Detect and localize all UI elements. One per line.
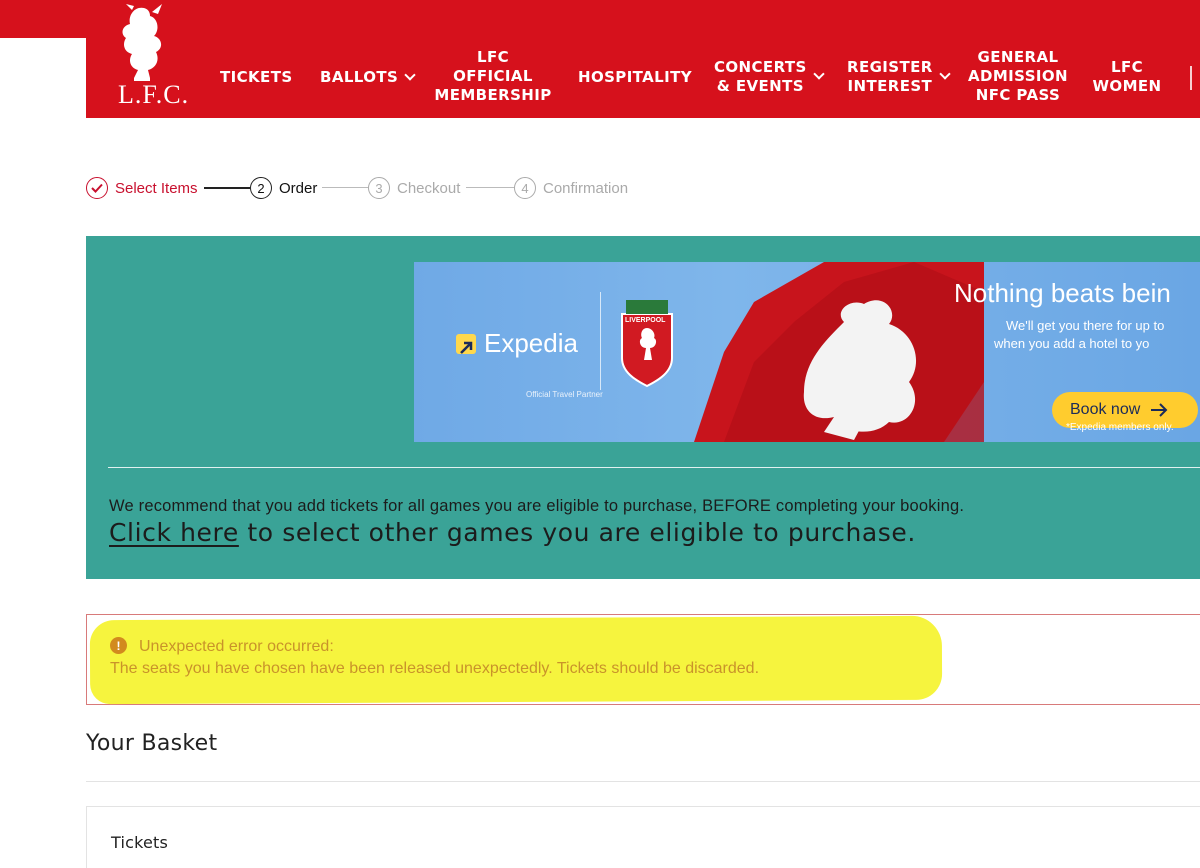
step-select-items-label: Select Items xyxy=(115,179,198,197)
step-confirmation-number: 4 xyxy=(514,177,536,199)
tickets-section-label: Tickets xyxy=(111,833,169,852)
step-checkout-label: Checkout xyxy=(397,179,461,197)
step-connector xyxy=(466,187,514,188)
select-other-games-suffix: to select other games you are eligible t… xyxy=(238,518,916,547)
error-title: Unexpected error occurred: xyxy=(139,638,334,655)
chevron-down-icon xyxy=(404,68,416,81)
expedia-logo: Expedia xyxy=(456,328,578,359)
liverpool-crest-icon: LIVERPOOL xyxy=(614,298,680,388)
promo-divider xyxy=(108,467,1200,468)
nav-tickets[interactable]: TICKETS xyxy=(220,68,293,87)
banner-vertical-divider xyxy=(600,292,601,390)
recommendation-text: We recommend that you add tickets for al… xyxy=(109,497,965,515)
arrow-right-icon xyxy=(1151,403,1168,417)
nav-concerts-label: CONCERTS & EVENTS xyxy=(714,58,807,96)
nav-divider xyxy=(1190,66,1192,90)
nav-general-line-2: ADMISSION xyxy=(968,67,1068,85)
step-order-number: 2 xyxy=(250,177,272,199)
step-confirmation: 4 Confirmation xyxy=(514,176,628,200)
banner-body-line-2: when you add a hotel to yo xyxy=(994,336,1150,351)
nav-women-line-1: LFC xyxy=(1110,58,1143,76)
nav-hospitality-label: HOSPITALITY xyxy=(578,68,692,86)
basket-heading: Your Basket xyxy=(86,731,218,756)
step-select-items[interactable]: Select Items xyxy=(86,176,198,200)
check-icon xyxy=(86,177,108,199)
nav-women-line-2: WOMEN xyxy=(1092,77,1162,95)
nav-tickets-label: TICKETS xyxy=(220,68,293,86)
expedia-wordmark: Expedia xyxy=(484,328,578,358)
nav-general-line-3: NFC PASS xyxy=(975,86,1061,104)
tickets-card: Tickets xyxy=(86,806,1200,868)
nav-membership-line-1: LFC xyxy=(476,48,509,66)
nav-register-line-2: INTEREST xyxy=(847,77,933,95)
nav-general-line-1: GENERAL xyxy=(977,48,1059,66)
nav-concerts-events[interactable]: CONCERTS & EVENTS xyxy=(714,58,825,96)
banner-headline: Nothing beats bein xyxy=(954,278,1171,308)
basket-divider xyxy=(86,781,1200,782)
expedia-ad-banner[interactable]: Expedia LIVERPOOL Official Travel Partne… xyxy=(414,262,1200,442)
step-connector xyxy=(322,187,368,188)
error-message: The seats you have chosen have been rele… xyxy=(110,660,760,677)
step-order-label: Order xyxy=(279,179,318,197)
logo-wordmark[interactable]: L.F.C. xyxy=(118,80,189,110)
banner-footnote: *Expedia members only. xyxy=(1066,422,1174,433)
top-navigation-bar: L.F.C. TICKETS BALLOTS LFC OFFICIAL MEMB… xyxy=(0,0,1200,118)
flag-graphic-icon xyxy=(694,262,984,442)
step-connector xyxy=(204,187,250,189)
nav-membership-line-2: OFFICIAL xyxy=(453,67,533,85)
crest-label: LIVERPOOL xyxy=(625,317,666,324)
nav-ballots-label: BALLOTS xyxy=(320,68,399,86)
nav-general-admission-nfc-pass[interactable]: GENERAL ADMISSION NFC PASS xyxy=(968,48,1068,105)
chevron-down-icon xyxy=(813,68,825,80)
promo-panel: Expedia LIVERPOOL Official Travel Partne… xyxy=(86,236,1200,579)
nav-concerts-line-2: & EVENTS xyxy=(716,77,804,95)
expedia-arrow-icon xyxy=(456,333,476,354)
step-order: 2 Order xyxy=(250,176,317,200)
header-left-cap xyxy=(0,0,86,38)
step-checkout: 3 Checkout xyxy=(368,176,460,200)
nav-register-line-1: REGISTER xyxy=(847,58,933,76)
nav-ballots[interactable]: BALLOTS xyxy=(320,68,416,87)
partner-caption: Official Travel Partner xyxy=(526,390,603,399)
click-here-link[interactable]: Click here xyxy=(109,518,239,547)
nav-register-interest[interactable]: REGISTER INTEREST xyxy=(847,58,951,96)
nav-membership-line-3: MEMBERSHIP xyxy=(434,86,552,104)
warning-icon: ! xyxy=(110,637,127,654)
chevron-down-icon xyxy=(939,68,951,80)
step-checkout-number: 3 xyxy=(368,177,390,199)
nav-register-label: REGISTER INTEREST xyxy=(847,58,933,96)
select-other-games-text: Click here to select other games you are… xyxy=(109,518,916,547)
book-now-label: Book now xyxy=(1070,401,1141,418)
step-confirmation-label: Confirmation xyxy=(543,179,629,197)
banner-body-line-1: We'll get you there for up to xyxy=(1006,318,1165,333)
nav-lfc-women[interactable]: LFC WOMEN xyxy=(1092,58,1161,96)
nav-hospitality[interactable]: HOSPITALITY xyxy=(578,68,692,87)
nav-lfc-official-membership[interactable]: LFC OFFICIAL MEMBERSHIP xyxy=(434,48,551,105)
nav-concerts-line-1: CONCERTS xyxy=(714,58,807,76)
